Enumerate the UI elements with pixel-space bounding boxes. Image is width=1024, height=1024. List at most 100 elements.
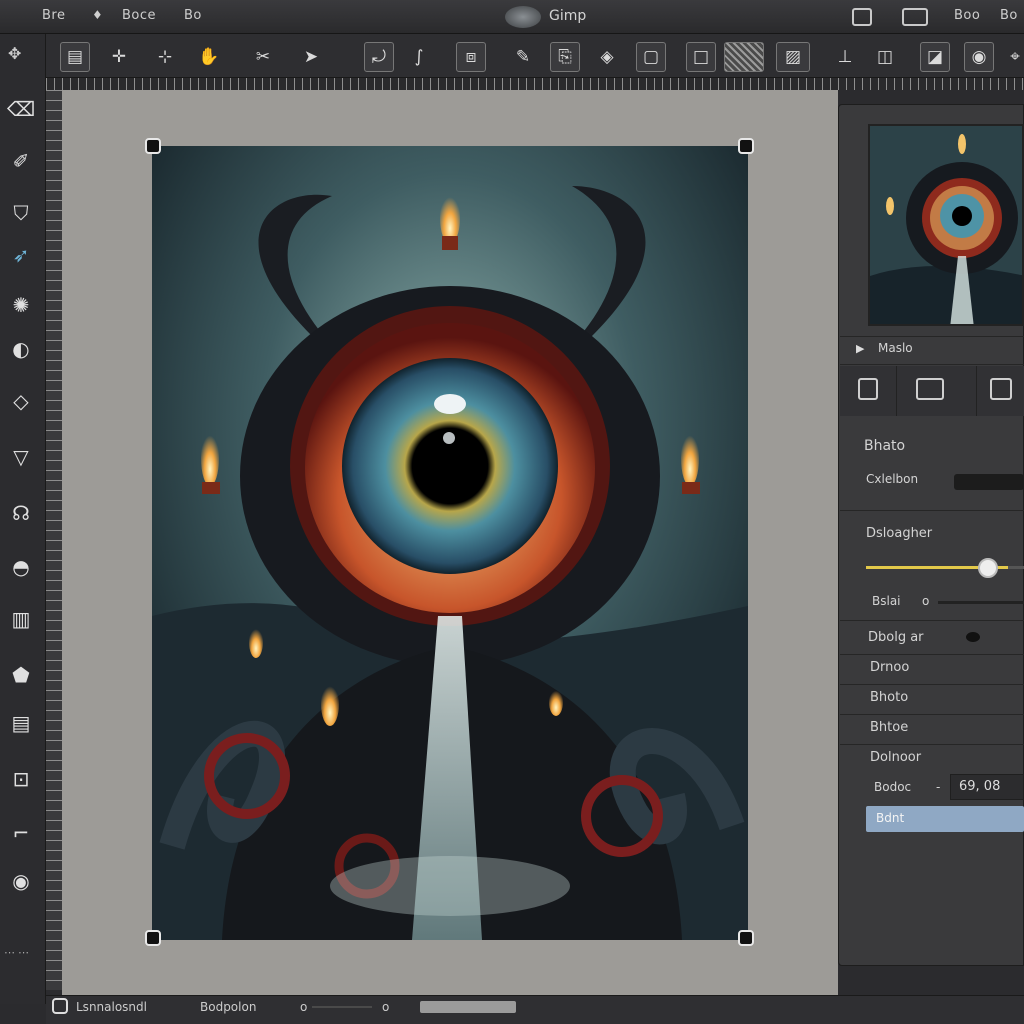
zoom-icon[interactable]: ⊡ bbox=[4, 762, 38, 796]
status-tail: o bbox=[382, 1000, 390, 1014]
size-dash: - bbox=[936, 780, 941, 794]
menu-view[interactable]: Bo bbox=[184, 8, 202, 23]
mode-label: Cxlelbon bbox=[866, 472, 919, 486]
toolbox-drag-icon[interactable]: ✥ bbox=[8, 44, 21, 63]
move-icon[interactable]: ✛ bbox=[104, 42, 134, 72]
layer-row-label[interactable]: Dbolg ar bbox=[868, 630, 924, 645]
select-icon[interactable]: ▽ bbox=[4, 440, 38, 474]
rotate-icon[interactable]: ⤾ bbox=[364, 42, 394, 72]
opacity-label: Dsloagher bbox=[866, 526, 933, 541]
lock-track[interactable] bbox=[938, 601, 1024, 604]
lasso-icon[interactable]: ◇ bbox=[4, 384, 38, 418]
rect-select-icon[interactable]: □ bbox=[686, 42, 716, 72]
pattern-icon[interactable] bbox=[724, 42, 764, 72]
fill-icon[interactable]: ◉ bbox=[964, 42, 994, 72]
layer-row-label[interactable]: Bhtoe bbox=[870, 720, 908, 735]
eye-icon[interactable]: ◉ bbox=[4, 864, 38, 898]
paths-icon[interactable] bbox=[990, 378, 1012, 400]
align-icon[interactable]: ⊥ bbox=[830, 42, 860, 72]
layer-visibility-icon[interactable] bbox=[966, 632, 980, 642]
pointer-icon[interactable] bbox=[52, 998, 68, 1014]
dock-separator bbox=[840, 336, 1024, 337]
transform-handle-bottom-left[interactable] bbox=[145, 930, 161, 946]
screenshot-icon[interactable] bbox=[902, 8, 928, 26]
transform-handle-bottom-right[interactable] bbox=[738, 930, 754, 946]
selected-layer-row[interactable]: Bdnt bbox=[866, 806, 1024, 832]
horizontal-scrollbar-thumb[interactable] bbox=[420, 1001, 516, 1013]
window-icon[interactable] bbox=[852, 8, 872, 26]
tab-divider bbox=[976, 366, 977, 416]
gimp-logo-icon bbox=[505, 6, 541, 28]
layer-row-label[interactable]: Dolnoor bbox=[870, 750, 921, 765]
mirror-icon[interactable]: ◫ bbox=[870, 42, 900, 72]
ink-icon[interactable]: ⬟ bbox=[4, 658, 38, 692]
status-track bbox=[312, 1006, 372, 1008]
smudge-icon[interactable]: ✺ bbox=[4, 288, 38, 322]
mode-select[interactable] bbox=[954, 474, 1024, 490]
menu-file[interactable]: Bre bbox=[42, 8, 65, 23]
pencil-icon[interactable]: ✐ bbox=[4, 144, 38, 178]
color-picker-icon[interactable]: ⌖ bbox=[1000, 42, 1024, 72]
section-title: Bhato bbox=[864, 438, 906, 454]
dodge-icon[interactable]: ◐ bbox=[4, 332, 38, 366]
thumbnail-artwork bbox=[870, 126, 1022, 324]
layer-row-label[interactable]: Drnoo bbox=[870, 660, 909, 675]
heal-icon[interactable]: ◈ bbox=[592, 42, 622, 72]
transform-handle-top-right[interactable] bbox=[738, 138, 754, 154]
status-coordinates: Lsnnalosndl bbox=[76, 1000, 147, 1014]
lock-label: Bslai bbox=[872, 594, 901, 608]
app-title: Gimp bbox=[505, 5, 605, 29]
opacity-slider-track[interactable] bbox=[866, 566, 1024, 569]
menu-tools[interactable]: Boo bbox=[954, 8, 980, 23]
stamp-icon[interactable]: ⎘ bbox=[550, 42, 580, 72]
gradient-icon[interactable]: ◪ bbox=[920, 42, 950, 72]
frame-icon[interactable]: ▢ bbox=[636, 42, 666, 72]
size-input[interactable]: 69, 08 bbox=[950, 774, 1024, 800]
menu-help[interactable]: Bo bbox=[1000, 8, 1018, 23]
status-unit: Bodpolon bbox=[200, 1000, 257, 1014]
fuzzy-select-icon[interactable]: ☊ bbox=[4, 496, 38, 530]
dock-separator bbox=[840, 684, 1024, 685]
paint-bucket-icon[interactable]: ◓ bbox=[4, 550, 38, 584]
dock-separator bbox=[840, 510, 1024, 511]
airbrush-icon[interactable]: ➶ bbox=[4, 238, 38, 272]
layer-thumbnail[interactable] bbox=[868, 124, 1024, 326]
dock-separator bbox=[840, 620, 1024, 621]
dock-separator bbox=[840, 744, 1024, 745]
layer-row-label[interactable]: Bhoto bbox=[870, 690, 908, 705]
measure-icon[interactable]: ▥ bbox=[4, 602, 38, 636]
layers-icon[interactable] bbox=[858, 378, 878, 400]
play-icon[interactable]: ▶ bbox=[856, 342, 864, 355]
layer-name[interactable]: Maslo bbox=[878, 341, 913, 355]
dock-separator bbox=[840, 364, 1024, 365]
arrow-icon[interactable]: ➤ bbox=[296, 42, 326, 72]
transform-handle-top-left[interactable] bbox=[145, 138, 161, 154]
eraser-icon[interactable]: ⌫ bbox=[4, 92, 38, 126]
menu-separator-icon: ♦ bbox=[92, 8, 104, 22]
dock-separator bbox=[840, 714, 1024, 715]
perspective-icon[interactable]: ⧈ bbox=[456, 42, 486, 72]
warp-icon[interactable]: ∫ bbox=[404, 42, 434, 72]
size-input-value: 69, 08 bbox=[959, 779, 1001, 794]
app-title-text: Gimp bbox=[549, 8, 587, 24]
status-dot: o bbox=[300, 1000, 308, 1014]
tab-divider bbox=[896, 366, 897, 416]
shield-icon[interactable]: ⛉ bbox=[4, 196, 38, 230]
artwork-eye-creature bbox=[152, 146, 748, 940]
channels-icon[interactable] bbox=[916, 378, 944, 400]
text-icon[interactable]: ▤ bbox=[4, 706, 38, 740]
crop-icon[interactable]: ⌐ bbox=[4, 816, 38, 850]
status-bar bbox=[46, 995, 1024, 1024]
new-layer-icon[interactable]: ▤ bbox=[60, 42, 90, 72]
image-canvas[interactable] bbox=[152, 146, 748, 940]
toolbox-grip-icon: ⋯⋯ bbox=[4, 946, 32, 959]
crosshair-icon[interactable]: ⊹ bbox=[150, 42, 180, 72]
lock-value: o bbox=[922, 594, 930, 608]
hand-icon[interactable]: ✋ bbox=[194, 42, 224, 72]
scissors-icon[interactable]: ✂ bbox=[248, 42, 278, 72]
brush-icon[interactable]: ✎ bbox=[508, 42, 538, 72]
image-icon[interactable]: ▨ bbox=[776, 42, 810, 72]
dock-separator bbox=[840, 654, 1024, 655]
menu-edit[interactable]: Boce bbox=[122, 8, 156, 23]
selected-layer-label: Bdnt bbox=[876, 811, 905, 825]
